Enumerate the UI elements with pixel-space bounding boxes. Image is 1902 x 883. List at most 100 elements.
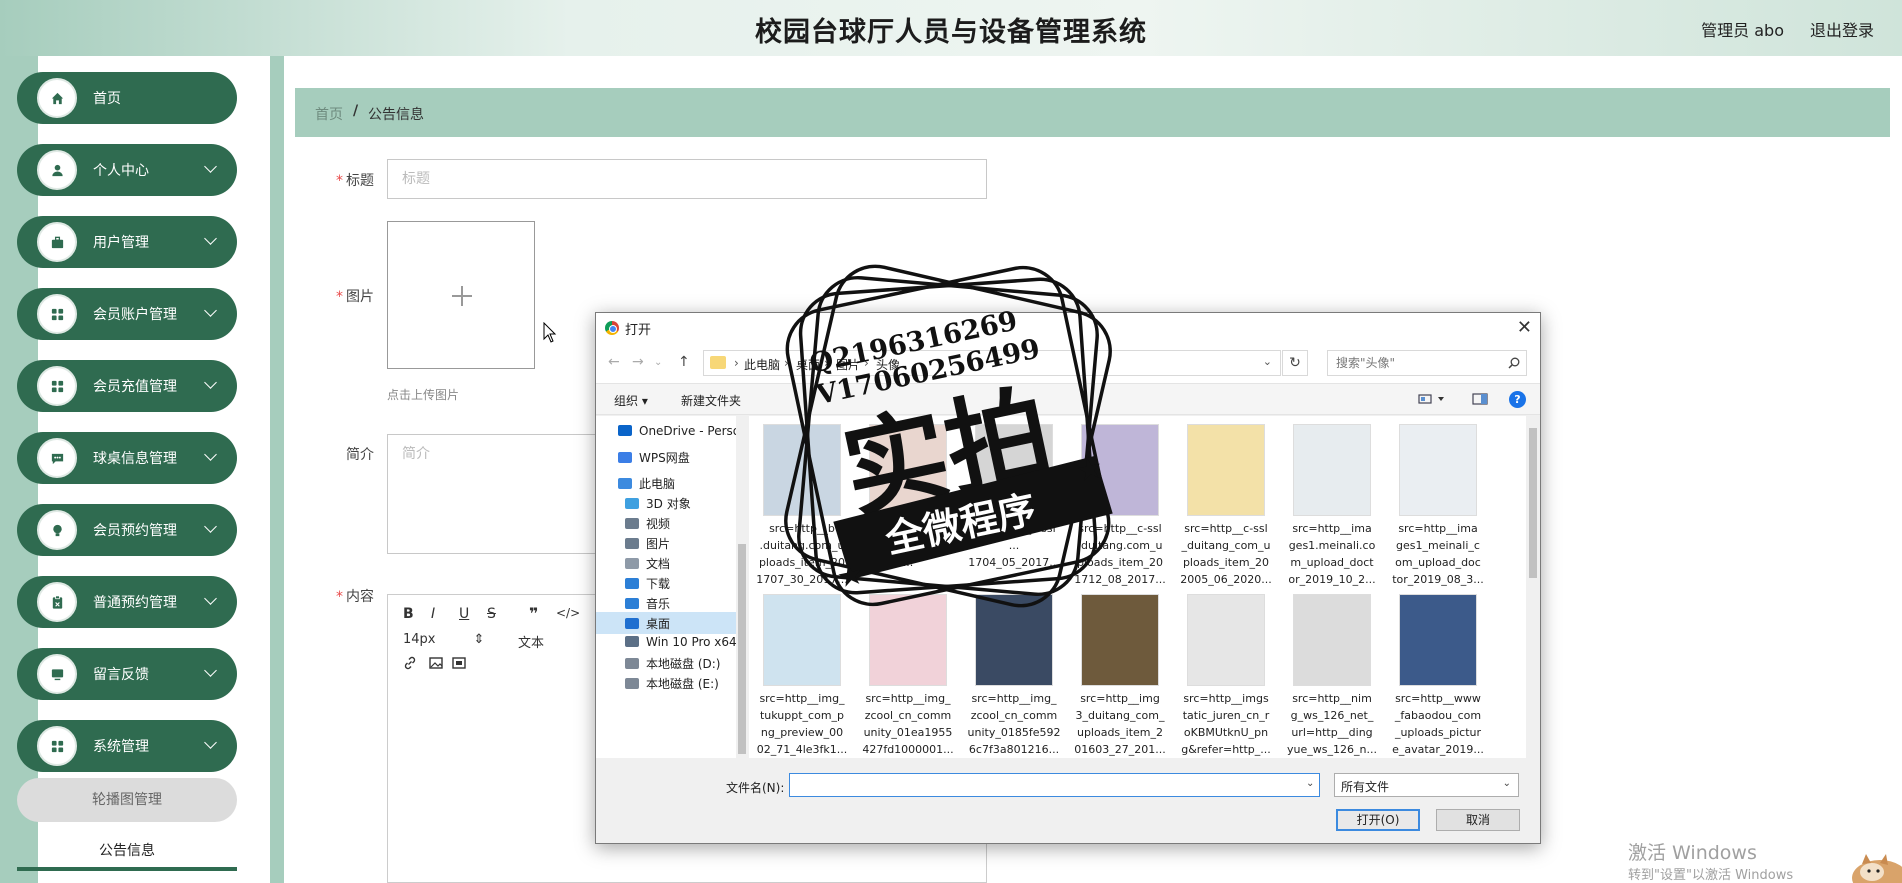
file-name: src=http__img 3_duitang_com_ uploads_ite… [1074,692,1166,756]
file-name: src=http__www _fabaodou_com _uploads_pic… [1392,692,1484,756]
video-icon[interactable] [451,655,467,675]
nav-pane-item[interactable]: 此电脑 [596,472,736,494]
file-item[interactable]: src=http__b-ssl .duit... ... [855,424,961,590]
filename-input[interactable] [789,773,1320,797]
up-arrow-icon[interactable]: ↑ [678,354,690,370]
refresh-icon[interactable]: ↻ [1282,350,1308,376]
sidebar-item-4[interactable]: 会员充值管理 [17,360,237,412]
italic-icon[interactable]: I [431,606,435,622]
nav-pane-item[interactable]: 下载 [596,572,736,594]
help-icon[interactable]: ? [1509,391,1526,408]
new-folder-button[interactable]: 新建文件夹 [681,392,741,409]
nav-pane-item[interactable]: 视频 [596,512,736,534]
folder-icon [625,558,639,569]
active-underline [17,867,237,871]
sidebar-item-5[interactable]: 球桌信息管理 [17,432,237,484]
path-segment[interactable]: 图片 [836,356,860,373]
logout-link[interactable]: 退出登录 [1810,17,1874,41]
underline-icon[interactable]: U [459,606,469,622]
file-item[interactable]: src=http__ima ges1.meinali.co m_upload_d… [1279,424,1385,590]
navigation-scrollbar[interactable] [736,416,748,758]
image-upload-box[interactable] [387,221,535,369]
chevron-down-icon [204,448,217,461]
path-segment[interactable]: 此电脑 [744,356,780,373]
nav-pane-item[interactable]: OneDrive - Perso [596,421,736,443]
back-arrow-icon[interactable]: ← [608,354,620,370]
navigation-pane: OneDrive - Perso WPS网盘此电脑 3D 对象 视频 图片 文档 下载 音乐桌… [596,416,736,758]
top-bar: 校园台球厅人员与设备管理系统 管理员 abo 退出登录 [0,0,1902,56]
code-icon[interactable]: </> [556,606,580,620]
open-button[interactable]: 打开(O) [1336,809,1420,831]
sidebar-separator [270,56,284,883]
file-item[interactable]: src=http__img_ zcool_cn_comm unity_0185f… [961,594,1067,760]
sidebar-item-3[interactable]: 会员账户管理 [17,288,237,340]
submenu-item-carousel[interactable]: 轮播图管理 [17,778,237,822]
sidebar-item-2[interactable]: 用户管理 [17,216,237,268]
file-item[interactable]: src=http__c-ssl _duitang_com_u ploads_it… [1173,424,1279,590]
sidebar-item-0[interactable]: 首页 [17,72,237,124]
dialog-search-input[interactable] [1328,351,1498,375]
sidebar-item-9[interactable]: 系统管理 [17,720,237,772]
breadcrumb-home-link[interactable]: 首页 [315,104,343,124]
file-type-select[interactable]: 所有文件 ⌄ [1334,773,1519,797]
file-item[interactable]: src=http__www _fabaodou_com _uploads_pic… [1385,594,1491,760]
preview-pane-icon[interactable] [1472,393,1488,408]
organize-button[interactable]: 组织 ▾ [614,392,648,409]
nav-pane-item[interactable]: 音乐 [596,592,736,614]
folder-icon [625,636,639,647]
nav-pane-item[interactable]: 本地磁盘 (D:) [596,652,736,674]
file-item[interactable]: src=http__imgs tatic_juren_cn_r oKBMUtkn… [1173,594,1279,760]
sidebar-item-1[interactable]: 个人中心 [17,144,237,196]
nav-pane-item[interactable]: 桌面 [596,612,736,634]
bold-icon[interactable]: B [403,606,414,622]
sidebar-item-7[interactable]: 普通预约管理 [17,576,237,628]
nav-pane-item[interactable]: Win 10 Pro x64 [596,632,736,654]
dialog-search-box[interactable] [1327,350,1527,376]
nav-pane-item[interactable]: WPS网盘 [596,446,736,468]
content-label: * 内容 [336,589,374,605]
sidebar-item-label: 会员充值管理 [93,379,177,395]
title-input[interactable] [387,159,987,199]
text-style-select[interactable]: 文本 [518,632,544,651]
strikethrough-icon[interactable]: S [487,606,496,622]
quote-icon[interactable]: ❞ [529,604,538,623]
nav-pane-item[interactable]: 文档 [596,552,736,574]
file-item[interactable]: src=http__c-ssl ... 1704_05_2017... [961,424,1067,590]
breadcrumb: 首页 / 公告信息 [295,88,1890,137]
font-size-select[interactable]: 14px ⇕ [403,632,484,647]
chevron-down-icon[interactable]: ⌄ [1263,355,1272,368]
chevron-down-icon [204,592,217,605]
forward-arrow-icon[interactable]: → [632,354,644,370]
file-name: src=http__b .duitang.com_u ploads_item_2… [756,522,848,586]
path-segment[interactable]: 头像 [876,356,900,373]
file-name: src=http__c-ssl .duitang.com_u ploads_it… [1074,522,1166,586]
file-name: src=http__imgs tatic_juren_cn_r oKBMUtkn… [1181,692,1271,756]
nav-pane-item[interactable]: 本地磁盘 (E:) [596,672,736,694]
nav-pane-item[interactable]: 图片 [596,532,736,554]
submenu-item-notice[interactable]: 公告信息 [17,840,237,864]
sidebar-item-6[interactable]: 会员预约管理 [17,504,237,556]
file-item[interactable]: src=http__b .duitang.com_u ploads_item_2… [749,424,855,590]
close-icon[interactable]: ✕ [1517,317,1532,338]
file-scrollbar[interactable] [1526,416,1540,758]
image-icon[interactable] [428,655,444,675]
cancel-button[interactable]: 取消 [1436,809,1520,831]
file-item[interactable]: src=http__img 3_duitang_com_ uploads_ite… [1067,594,1173,760]
chevron-down-icon [204,304,217,317]
nav-pane-item[interactable]: 3D 对象 [596,492,736,514]
sidebar-item-label: 个人中心 [93,163,149,179]
file-item[interactable]: src=http__img_ zcool_cn_comm unity_01ea1… [855,594,961,760]
file-item[interactable]: src=http__nim g_ws_126_net_ url=http__di… [1279,594,1385,760]
windows-activation-subtitle: 转到"设置"以激活 Windows [1628,868,1794,883]
file-item[interactable]: src=http__img_ tukuppt_com_p ng_preview_… [749,594,855,760]
file-item[interactable]: src=http__ima ges1_meinali_c om_upload_d… [1385,424,1491,590]
sidebar-item-8[interactable]: 留言反馈 [17,648,237,700]
recent-dropdown-icon[interactable]: ⌄ [654,357,662,368]
address-bar[interactable]: › 此电脑 › 桌面 › 图片 › 头像 ⌄ [703,350,1281,376]
path-segment[interactable]: 桌面 [796,356,820,373]
chevron-down-icon[interactable]: ⌄ [1306,778,1314,789]
sidebar-item-label: 会员账户管理 [93,307,177,323]
view-options-icon[interactable] [1418,393,1448,408]
file-item[interactable]: src=http__c-ssl .duitang.com_u ploads_it… [1067,424,1173,590]
link-icon[interactable] [402,655,418,675]
